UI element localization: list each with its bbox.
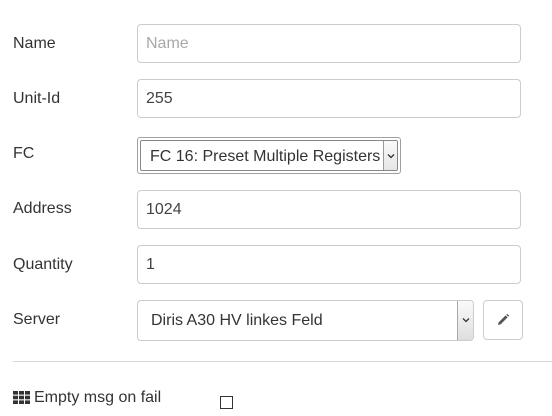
fc-dropdown-button[interactable]: [383, 141, 397, 170]
fc-select-focus-ring: FC 16: Preset Multiple Registers: [140, 140, 398, 171]
chevron-down-icon: [387, 153, 395, 158]
fc-label: FC: [13, 145, 35, 162]
server-label: Server: [13, 311, 61, 328]
fc-selected-value: FC 16: Preset Multiple Registers: [150, 148, 381, 165]
chevron-down-icon: [462, 317, 470, 322]
empty-msg-on-fail-checkbox[interactable]: [220, 396, 233, 409]
quantity-label: Quantity: [13, 256, 73, 273]
address-label: Address: [13, 200, 72, 217]
server-select[interactable]: Diris A30 HV linkes Feld: [137, 300, 474, 341]
unit-id-label: Unit-Id: [13, 90, 61, 107]
pencil-icon: [498, 313, 510, 325]
quantity-input[interactable]: [137, 245, 521, 284]
server-dropdown-button[interactable]: [457, 301, 473, 340]
server-selected-value: Diris A30 HV linkes Feld: [151, 312, 323, 329]
address-input[interactable]: [137, 190, 521, 229]
fc-select[interactable]: FC 16: Preset Multiple Registers: [137, 137, 401, 174]
name-input[interactable]: [137, 24, 521, 63]
unit-id-input[interactable]: [137, 79, 521, 118]
name-label: Name: [13, 35, 56, 52]
empty-msg-on-fail-label: Empty msg on fail: [34, 389, 162, 406]
section-divider: [13, 361, 552, 362]
th-grid-icon: [13, 391, 30, 404]
edit-server-button[interactable]: [483, 300, 523, 340]
